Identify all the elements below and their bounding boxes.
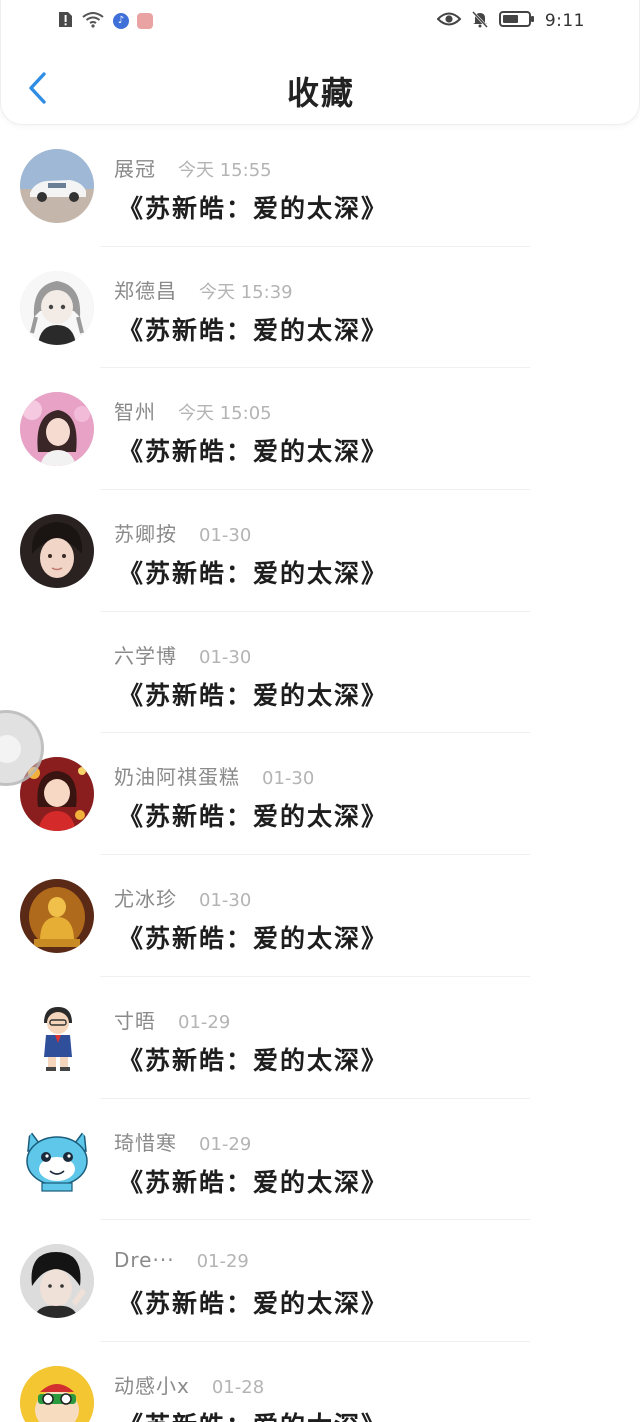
item-meta: 动感小x 01-28 xyxy=(114,1370,264,1399)
item-user-name[interactable]: 琦惜寒 xyxy=(114,1127,177,1156)
top-bar: ♪ 9:11 收藏 xyxy=(0,0,640,125)
boy-portrait-avatar xyxy=(20,514,94,589)
favorite-item[interactable]: 琦惜寒 01-29 《苏新皓：爱的太深》 xyxy=(0,1099,640,1221)
item-title: 《苏新皓：爱的太深》 xyxy=(118,802,389,832)
item-user-name[interactable]: 奶油阿祺蛋糕 xyxy=(114,761,240,790)
blue-cat-avatar xyxy=(20,1123,94,1197)
item-time: 01-30 xyxy=(199,646,252,668)
favorite-item[interactable]: Dre··· 01-29 《苏新皓：爱的太深》 xyxy=(0,1220,640,1342)
item-title: 《苏新皓：爱的太深》 xyxy=(118,680,389,710)
page-title: 收藏 xyxy=(286,74,355,112)
item-title: 《苏新皓：爱的太深》 xyxy=(118,1289,389,1319)
favorite-item[interactable]: 展冠 今天 15:55 《苏新皓：爱的太深》 xyxy=(0,125,640,247)
favorite-item[interactable]: 智州 今天 15:05 《苏新皓：爱的太深》 xyxy=(0,368,640,491)
item-title: 《苏新皓：爱的太深》 xyxy=(118,559,389,589)
mute-bell-icon xyxy=(471,10,489,32)
item-meta: 郑德昌 今天 15:39 xyxy=(114,275,293,304)
item-time: 01-29 xyxy=(199,1133,252,1155)
item-time: 01-30 xyxy=(199,525,252,547)
favorite-item[interactable]: 郑德昌 今天 15:39 《苏新皓：爱的太深》 xyxy=(0,247,640,369)
item-time: 今天 15:55 xyxy=(178,160,272,181)
app-notification-icon xyxy=(137,13,153,29)
favorite-item[interactable]: 尤冰珍 01-30 《苏新皓：爱的太深》 xyxy=(0,855,640,977)
alert-sim-icon xyxy=(57,10,73,32)
item-time: 01-28 xyxy=(211,1376,265,1398)
golden-buddha-avatar xyxy=(20,879,94,954)
favorite-item[interactable]: 奶油阿祺蛋糕 01-30 《苏新皓：爱的太深》 xyxy=(0,733,640,856)
item-time: 今天 15:05 xyxy=(178,403,272,425)
item-meta: 琦惜寒 01-29 xyxy=(114,1127,251,1156)
empty-avatar xyxy=(20,636,94,710)
item-user-name[interactable]: 展冠 xyxy=(114,153,156,182)
item-user-name[interactable]: 智州 xyxy=(114,396,156,425)
favorite-item[interactable]: 苏卿按 01-30 《苏新皓：爱的太深》 xyxy=(0,490,640,612)
item-user-name[interactable]: 郑德昌 xyxy=(114,275,177,304)
item-title: 《苏新皓：爱的太深》 xyxy=(118,437,389,467)
eye-comfort-icon xyxy=(436,11,462,31)
item-title: 《苏新皓：爱的太深》 xyxy=(118,1045,389,1075)
item-meta: 展冠 今天 15:55 xyxy=(114,153,272,182)
item-title: 《苏新皓：爱的太深》 xyxy=(118,194,389,223)
item-time: 今天 15:39 xyxy=(199,281,293,303)
detective-cartoon-avatar xyxy=(20,1001,94,1075)
favorite-item[interactable]: 寸晤 01-29 《苏新皓：爱的太深》 xyxy=(0,977,640,1099)
status-time: 9:11 xyxy=(544,11,585,31)
status-right-icons: 9:11 xyxy=(436,10,585,32)
item-title: 《苏新皓：爱的太深》 xyxy=(118,315,389,345)
item-meta: 六学博 01-30 xyxy=(114,640,251,669)
cartoon-kid-yellow-avatar xyxy=(20,1365,94,1422)
item-time: 01-30 xyxy=(262,768,315,790)
girl-pink-avatar xyxy=(20,392,94,467)
item-meta: 奶油阿祺蛋糕 01-30 xyxy=(114,761,314,790)
item-meta: 智州 今天 15:05 xyxy=(114,396,272,425)
status-bar: ♪ 9:11 xyxy=(1,0,640,42)
status-left-icons: ♪ xyxy=(57,10,153,32)
item-user-name[interactable]: Dre··· xyxy=(114,1248,175,1272)
favorites-screen: ♪ 9:11 收藏 展冠 今天 15:55 《苏新皓：爱的太深》 郑德昌 今天 … xyxy=(0,0,640,1422)
item-user-name[interactable]: 苏卿按 xyxy=(114,518,177,547)
wifi-icon xyxy=(81,10,105,32)
battery-icon xyxy=(498,10,535,32)
item-user-name[interactable]: 尤冰珍 xyxy=(114,883,177,912)
item-meta: 尤冰珍 01-30 xyxy=(114,883,251,912)
item-meta: 苏卿按 01-30 xyxy=(114,518,251,547)
item-time: 01-29 xyxy=(178,1011,231,1033)
favorite-item[interactable]: 动感小x 01-28 《苏新皓：爱的太深》 xyxy=(0,1342,640,1422)
item-meta: 寸晤 01-29 xyxy=(114,1005,230,1034)
item-user-name[interactable]: 动感小x xyxy=(114,1370,190,1399)
anime-girl-avatar xyxy=(20,270,94,345)
car-avatar xyxy=(20,149,94,223)
item-title: 《苏新皓：爱的太深》 xyxy=(118,1406,388,1422)
nav-bar: 收藏 xyxy=(1,52,640,124)
item-user-name[interactable]: 六学博 xyxy=(114,640,177,669)
favorites-list: 展冠 今天 15:55 《苏新皓：爱的太深》 郑德昌 今天 15:39 《苏新皓… xyxy=(0,125,640,1422)
boy-dark-avatar xyxy=(20,1244,94,1319)
item-title: 《苏新皓：爱的太深》 xyxy=(118,924,389,954)
item-title: 《苏新皓：爱的太深》 xyxy=(118,1167,389,1197)
item-time: 01-29 xyxy=(196,1251,249,1273)
item-time: 01-30 xyxy=(199,890,252,912)
floating-ball-dot xyxy=(0,735,21,763)
item-meta: Dre··· 01-29 xyxy=(114,1248,249,1272)
favorite-item[interactable]: 六学博 01-30 《苏新皓：爱的太深》 xyxy=(0,612,640,734)
item-user-name[interactable]: 寸晤 xyxy=(114,1005,156,1034)
music-app-icon: ♪ xyxy=(113,13,129,29)
